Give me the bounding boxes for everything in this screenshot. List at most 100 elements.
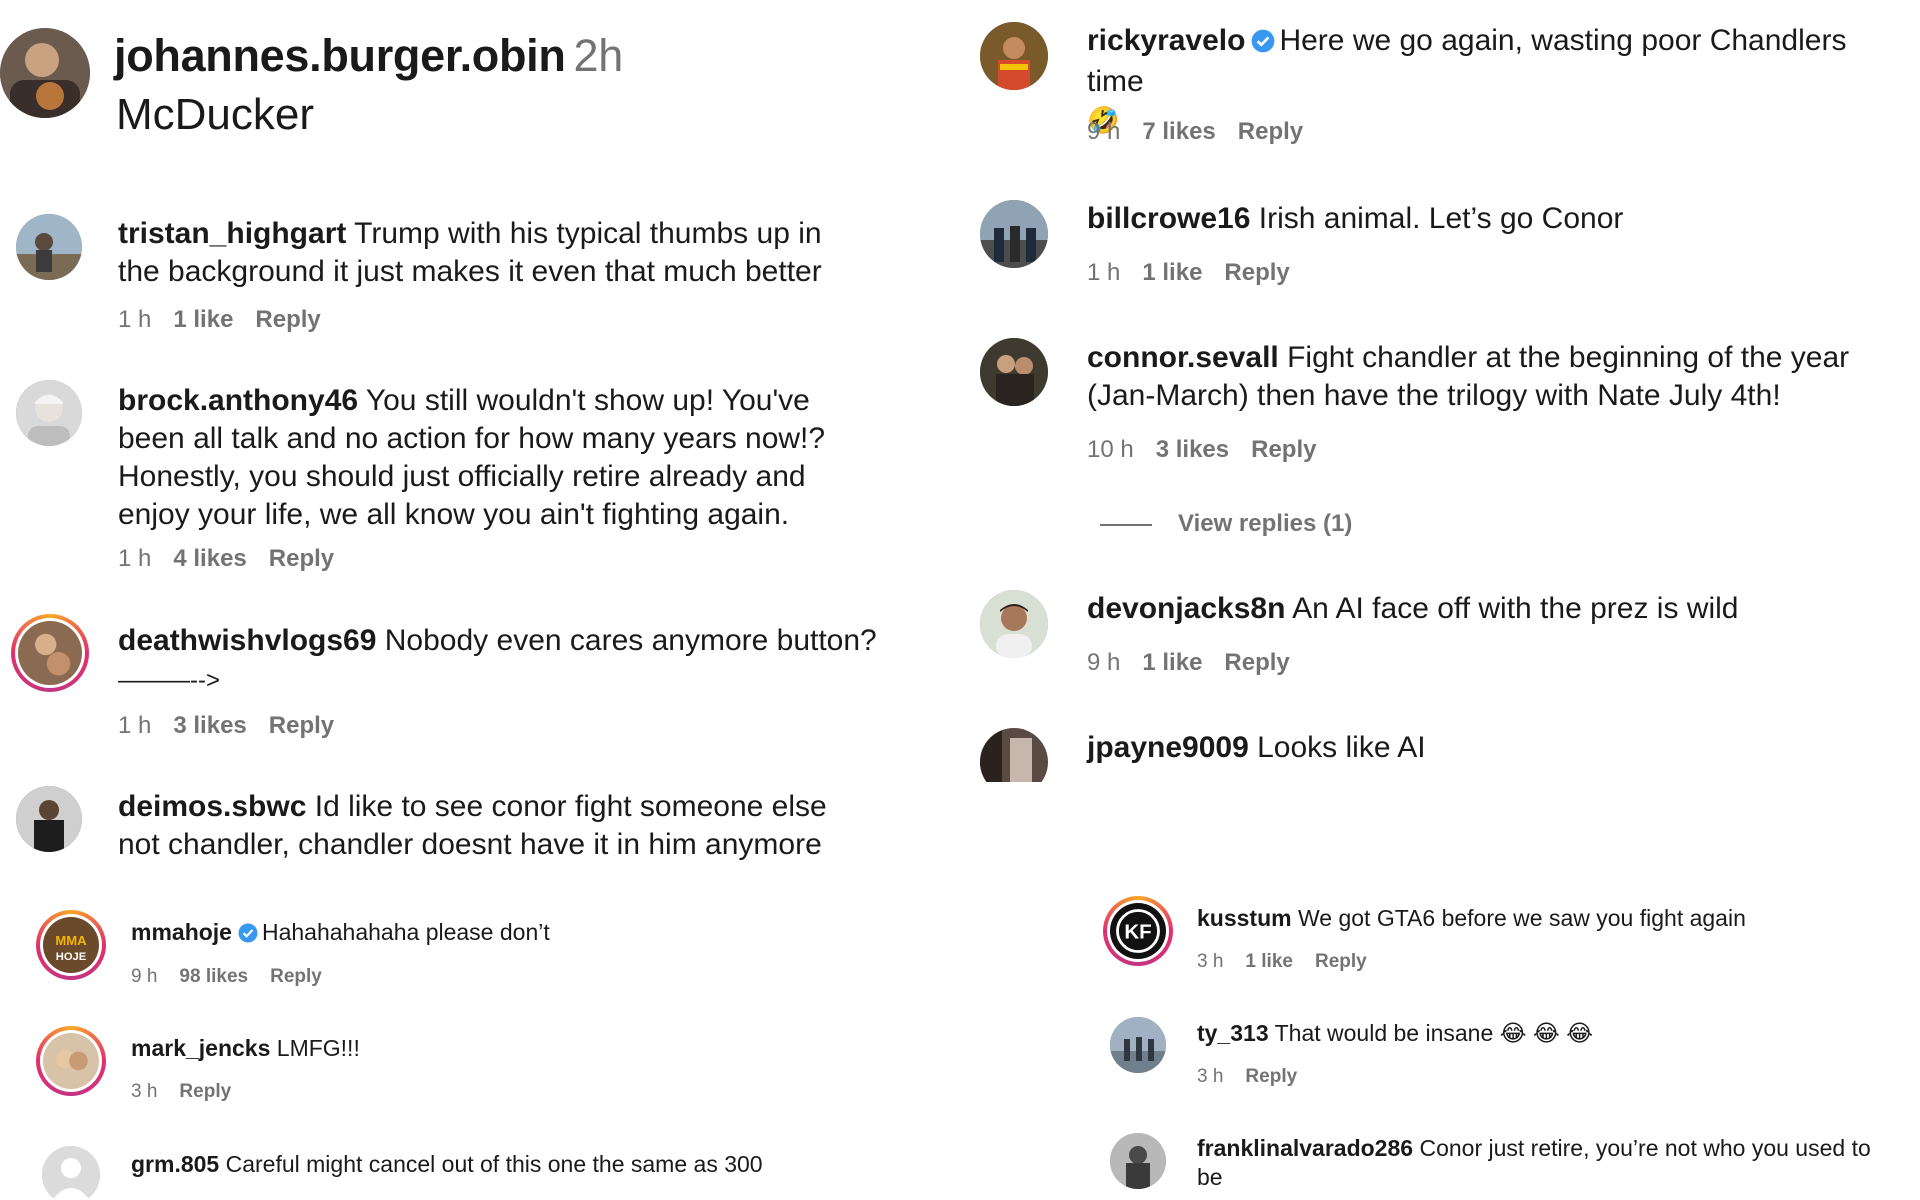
comment-username[interactable]: grm.805 (131, 1151, 219, 1177)
comment-time: 9 h (131, 966, 158, 987)
avatar-deimos[interactable] (16, 786, 82, 852)
comment-meta: 9 h 1 like Reply (1087, 649, 1312, 677)
reply-button[interactable]: Reply (1251, 436, 1316, 463)
reply-button[interactable]: Reply (1224, 259, 1289, 286)
reply-button[interactable]: Reply (269, 545, 334, 572)
likes-count[interactable]: 1 like (1245, 951, 1293, 972)
comment-time: 3 h (1197, 1066, 1224, 1087)
comment-brock: brock.anthony46 You still wouldn't show … (118, 382, 878, 534)
avatar-mmahoje[interactable]: MMA HOJE (36, 910, 106, 980)
comment-emoji: 😂 😂 😂 (1499, 1020, 1594, 1046)
avatar-deathwish[interactable] (11, 614, 89, 692)
comment-username[interactable]: tristan_highgart (118, 217, 346, 250)
comment-devon: devonjacks8n An AI face off with the pre… (1087, 590, 1907, 628)
comment-deimos: deimos.sbwc Id like to see conor fight s… (118, 788, 858, 864)
reply-button[interactable]: Reply (1245, 1066, 1297, 1087)
comment-meta: 3 h 1 like Reply (1197, 951, 1389, 973)
comment-time: 3 h (131, 1081, 158, 1102)
reply-button[interactable]: Reply (1315, 951, 1367, 972)
avatar-kusstum[interactable]: KF (1103, 896, 1173, 966)
comment-text: LMFG!!! (276, 1035, 360, 1061)
comment-deathwish: deathwishvlogs69 Nobody even cares anymo… (118, 622, 878, 698)
comment-username[interactable]: ty_313 (1197, 1020, 1269, 1046)
comment-text: Hahahahahaha please don’t (261, 919, 550, 945)
view-replies-button[interactable]: View replies (1) (1100, 510, 1352, 538)
avatar-rickyravelo[interactable] (980, 22, 1048, 90)
svg-text:KF: KF (1124, 920, 1151, 943)
avatar-connor[interactable] (980, 338, 1048, 406)
avatar-brock[interactable] (16, 380, 82, 446)
comment-time: 1 h (1087, 259, 1121, 286)
comment-time: 1 h (118, 712, 152, 739)
reply-button[interactable]: Reply (269, 712, 334, 739)
comment-time: 1 h (118, 306, 152, 333)
comment-meta: 3 h Reply (131, 1081, 253, 1103)
comment-text: Nobody even cares anymore button? (384, 624, 877, 657)
avatar-devon[interactable] (980, 590, 1048, 658)
comment-time: 1 h (118, 545, 152, 572)
comment-username[interactable]: brock.anthony46 (118, 384, 358, 417)
reply-button[interactable]: Reply (1224, 649, 1289, 676)
likes-count[interactable]: 1 like (1142, 259, 1202, 286)
reply-button[interactable]: Reply (179, 1081, 231, 1102)
comment-meta: 1 h 4 likes Reply (118, 545, 356, 573)
likes-count[interactable]: 7 likes (1142, 118, 1215, 145)
reply-button[interactable]: Reply (1238, 118, 1303, 145)
comment-tristan: tristan_highgart Trump with his typical … (118, 215, 838, 291)
comment-meta: 9 h 7 likes Reply (1087, 118, 1325, 146)
comment-text: Careful might cancel out of this one the… (225, 1151, 763, 1177)
likes-count[interactable]: 4 likes (173, 545, 246, 572)
comment-time: 3 h (1197, 951, 1224, 972)
avatar-ty313[interactable] (1110, 1017, 1166, 1073)
comment-username[interactable]: mark_jencks (131, 1035, 270, 1061)
comment-username[interactable]: deimos.sbwc (118, 790, 306, 823)
reply-ty313: ty_313 That would be insane 😂 😂 😂 (1197, 1019, 1897, 1048)
verified-icon (1251, 25, 1275, 63)
comment-username[interactable]: kusstum (1197, 905, 1292, 931)
post-author-avatar[interactable] (0, 28, 90, 118)
likes-count[interactable]: 98 likes (179, 966, 248, 987)
comment-time: 9 h (1087, 649, 1121, 676)
comment-username[interactable]: devonjacks8n (1087, 592, 1285, 625)
avatar-mark[interactable] (36, 1026, 106, 1096)
comment-jpayne: jpayne9009 Looks like AI (1087, 729, 1907, 767)
likes-count[interactable]: 1 like (173, 306, 233, 333)
reply-grm: grm.805 Careful might cancel out of this… (131, 1150, 851, 1179)
svg-text:HOJE: HOJE (56, 951, 87, 963)
comment-time: 10 h (1087, 436, 1134, 463)
avatar-grm[interactable] (42, 1146, 100, 1200)
comment-text: We got GTA6 before we saw you fight agai… (1297, 905, 1746, 931)
likes-count[interactable]: 1 like (1142, 649, 1202, 676)
comment-username[interactable]: billcrowe16 (1087, 202, 1250, 235)
comment-meta: 9 h 98 likes Reply (131, 966, 344, 988)
avatar-tristan[interactable] (16, 214, 82, 280)
comment-meta: 1 h 1 like Reply (1087, 259, 1312, 287)
comment-text: Looks like AI (1257, 731, 1426, 764)
comment-username[interactable]: franklinalvarado286 (1197, 1135, 1413, 1161)
svg-text:MMA: MMA (55, 933, 87, 948)
comment-text: An AI face off with the prez is wild (1292, 592, 1739, 625)
reply-mark: mark_jencks LMFG!!! (131, 1034, 831, 1063)
avatar-billcrowe[interactable] (980, 200, 1048, 268)
comment-billcrowe: billcrowe16 Irish animal. Let’s go Conor (1087, 200, 1907, 238)
comment-username[interactable]: connor.sevall (1087, 341, 1279, 374)
reply-button[interactable]: Reply (270, 966, 322, 987)
comment-username[interactable]: mmahoje (131, 919, 232, 945)
comment-meta: 3 h Reply (1197, 1066, 1319, 1088)
divider-line (1100, 523, 1152, 526)
comment-meta: 1 h 1 like Reply (118, 306, 343, 334)
comment-username[interactable]: jpayne9009 (1087, 731, 1249, 764)
post-author-name[interactable]: johannes.burger.obin 2h (114, 30, 623, 82)
comment-username[interactable]: deathwishvlogs69 (118, 624, 376, 657)
verified-icon (238, 921, 258, 950)
comment-username[interactable]: rickyravelo (1087, 24, 1245, 57)
reply-kusstum: kusstum We got GTA6 before we saw you fi… (1197, 904, 1897, 933)
comment-time: 9 h (1087, 118, 1121, 145)
avatar-jpayne[interactable] (980, 728, 1048, 782)
reply-button[interactable]: Reply (255, 306, 320, 333)
comment-connor: connor.sevall Fight chandler at the begi… (1087, 339, 1907, 415)
likes-count[interactable]: 3 likes (173, 712, 246, 739)
likes-count[interactable]: 3 likes (1156, 436, 1229, 463)
avatar-franklin[interactable] (1110, 1133, 1166, 1189)
comment-meta: 10 h 3 likes Reply (1087, 436, 1338, 464)
